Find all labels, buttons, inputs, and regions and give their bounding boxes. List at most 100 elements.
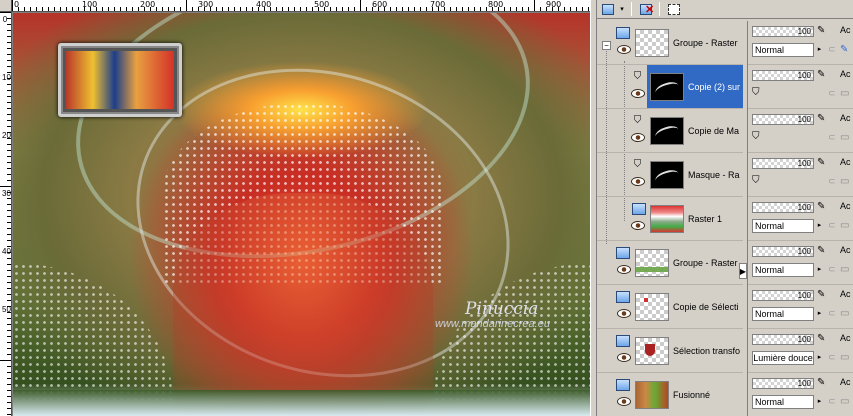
layer-row[interactable]: ⛉ Copie de Ma	[597, 109, 743, 153]
opacity-slider[interactable]: 100	[752, 378, 814, 389]
layer-row[interactable]: Fusionné	[597, 373, 743, 416]
ruler-tick	[168, 7, 169, 11]
delete-layer-icon[interactable]: ✕	[637, 1, 655, 17]
blend-mode-select[interactable]: Normal	[752, 395, 814, 409]
layer-row[interactable]: Copie de Sélecti	[597, 285, 743, 329]
visibility-eye-icon[interactable]	[617, 265, 631, 274]
ruler-tick	[7, 48, 11, 49]
layer-props-row: 100 ✎ Ac ⛉ ⊂ ▭	[748, 153, 853, 197]
ruler-tick	[7, 150, 11, 151]
visibility-eye-icon[interactable]	[631, 221, 645, 230]
edit-link-icon[interactable]: ▭	[840, 352, 852, 363]
opacity-slider[interactable]: 100	[752, 70, 814, 81]
visibility-eye-icon[interactable]	[617, 309, 631, 318]
collapse-icon[interactable]: −	[602, 41, 611, 50]
layer-name: Raster 1	[688, 214, 723, 224]
lock-label: Ac	[840, 157, 851, 167]
layer-row[interactable]: Groupe - Raster	[597, 241, 743, 285]
layer-row[interactable]: ⛉ Masque - Ra	[597, 153, 743, 197]
link-icon[interactable]: ⊂	[828, 132, 838, 142]
edit-link-icon[interactable]: ▭	[840, 264, 852, 275]
blend-mode-select[interactable]: Lumière douce	[752, 351, 814, 365]
lock-label: Ac	[840, 245, 851, 255]
pencil-icon[interactable]: ✎	[817, 157, 829, 169]
edit-link-icon[interactable]: ▭	[840, 308, 852, 319]
ruler-tick	[7, 384, 11, 385]
blend-dropdown-arrow[interactable]: ▸	[815, 308, 824, 320]
edit-link-icon[interactable]: ▭	[840, 220, 852, 231]
layer-properties-icon[interactable]	[665, 1, 683, 17]
ruler-tick	[306, 7, 307, 11]
pencil-icon[interactable]: ✎	[817, 25, 829, 37]
opacity-slider[interactable]: 100	[752, 158, 814, 169]
visibility-eye-icon[interactable]	[617, 397, 631, 406]
opacity-slider[interactable]: 100	[752, 114, 814, 125]
blend-dropdown-arrow[interactable]: ▸	[815, 396, 824, 408]
edit-link-icon[interactable]: ▭	[840, 132, 852, 143]
chevron-right-icon[interactable]: ▶	[739, 263, 747, 279]
visibility-eye-icon[interactable]	[631, 177, 645, 186]
opacity-slider[interactable]: 100	[752, 290, 814, 301]
blend-mode-select[interactable]: Normal	[752, 307, 814, 321]
link-icon[interactable]: ⊂	[828, 176, 838, 186]
visibility-eye-icon[interactable]	[631, 89, 645, 98]
visibility-eye-icon[interactable]	[617, 45, 631, 54]
ruler-top-label: 800	[488, 0, 504, 9]
ruler-tick	[7, 138, 11, 139]
opacity-slider[interactable]: 100	[752, 26, 814, 37]
pencil-icon[interactable]: ✎	[817, 201, 829, 213]
opacity-slider[interactable]: 100	[752, 246, 814, 257]
pencil-icon[interactable]: ✎	[817, 377, 829, 389]
panel-splitter[interactable]	[590, 0, 597, 416]
pencil-icon[interactable]: ✎	[817, 113, 829, 125]
new-layer-icon[interactable]	[600, 1, 616, 17]
ruler-left: 0 100 200 300 400 500	[0, 12, 12, 416]
ruler-tick	[90, 7, 91, 11]
pencil-icon[interactable]: ✎	[817, 245, 829, 257]
ruler-tick	[0, 360, 11, 361]
visibility-eye-icon[interactable]	[617, 353, 631, 362]
ruler-top-label: 500	[314, 0, 330, 9]
edit-link-icon[interactable]: ▭	[840, 396, 852, 407]
layer-row[interactable]: − Groupe - Raster	[597, 21, 743, 65]
link-icon[interactable]: ⊂	[828, 220, 838, 230]
ruler-tick	[7, 78, 11, 79]
link-icon[interactable]: ⊂	[828, 308, 838, 318]
ruler-tick	[342, 7, 343, 11]
pencil-icon[interactable]: ✎	[817, 333, 829, 345]
blend-dropdown-arrow[interactable]: ▸	[815, 220, 824, 232]
edit-link-icon[interactable]: ▭	[840, 88, 852, 99]
mask-link-icon[interactable]: ⛉	[752, 87, 760, 98]
link-icon[interactable]: ⊂	[828, 88, 838, 98]
layer-row[interactable]: Raster 1	[597, 197, 743, 241]
ruler-tick	[354, 7, 355, 11]
mask-link-icon[interactable]: ⛉	[752, 175, 760, 186]
blend-dropdown-arrow[interactable]: ▸	[815, 44, 824, 56]
blend-mode-select[interactable]: Normal	[752, 263, 814, 277]
ruler-tick	[7, 126, 11, 127]
opacity-slider[interactable]: 100	[752, 334, 814, 345]
pencil-icon[interactable]: ✎	[817, 289, 829, 301]
edit-link-icon[interactable]: ▭	[840, 176, 852, 187]
layer-name: Masque - Ra	[688, 170, 740, 180]
link-icon[interactable]: ⊂	[828, 264, 838, 274]
link-icon[interactable]: ⊂	[828, 352, 838, 362]
mask-link-icon[interactable]: ⛉	[752, 131, 760, 142]
layer-row[interactable]: ⛉ Copie (2) sur	[597, 65, 743, 109]
blend-dropdown-arrow[interactable]: ▸	[815, 352, 824, 364]
ruler-tick	[210, 7, 211, 11]
canvas-area[interactable]: 0 100 200 300 400 500 600 700 800 900 0 …	[0, 0, 590, 416]
link-icon[interactable]: ⊂	[828, 44, 838, 54]
blend-mode-select[interactable]: Normal	[752, 219, 814, 233]
pencil-icon[interactable]: ✎	[817, 69, 829, 81]
visibility-eye-icon[interactable]	[631, 133, 645, 142]
opacity-slider[interactable]: 100	[752, 202, 814, 213]
link-icon[interactable]: ⊂	[828, 396, 838, 406]
image-canvas[interactable]: Pinuccia www.mandarinecrea.eu	[13, 13, 590, 416]
edit-link-icon[interactable]: ✎	[840, 44, 852, 55]
chevron-down-icon[interactable]: ▾	[617, 1, 627, 17]
ruler-tick	[570, 7, 571, 11]
layer-row[interactable]: Sélection transfo	[597, 329, 743, 373]
blend-dropdown-arrow[interactable]: ▸	[815, 264, 824, 276]
blend-mode-select[interactable]: Normal	[752, 43, 814, 57]
